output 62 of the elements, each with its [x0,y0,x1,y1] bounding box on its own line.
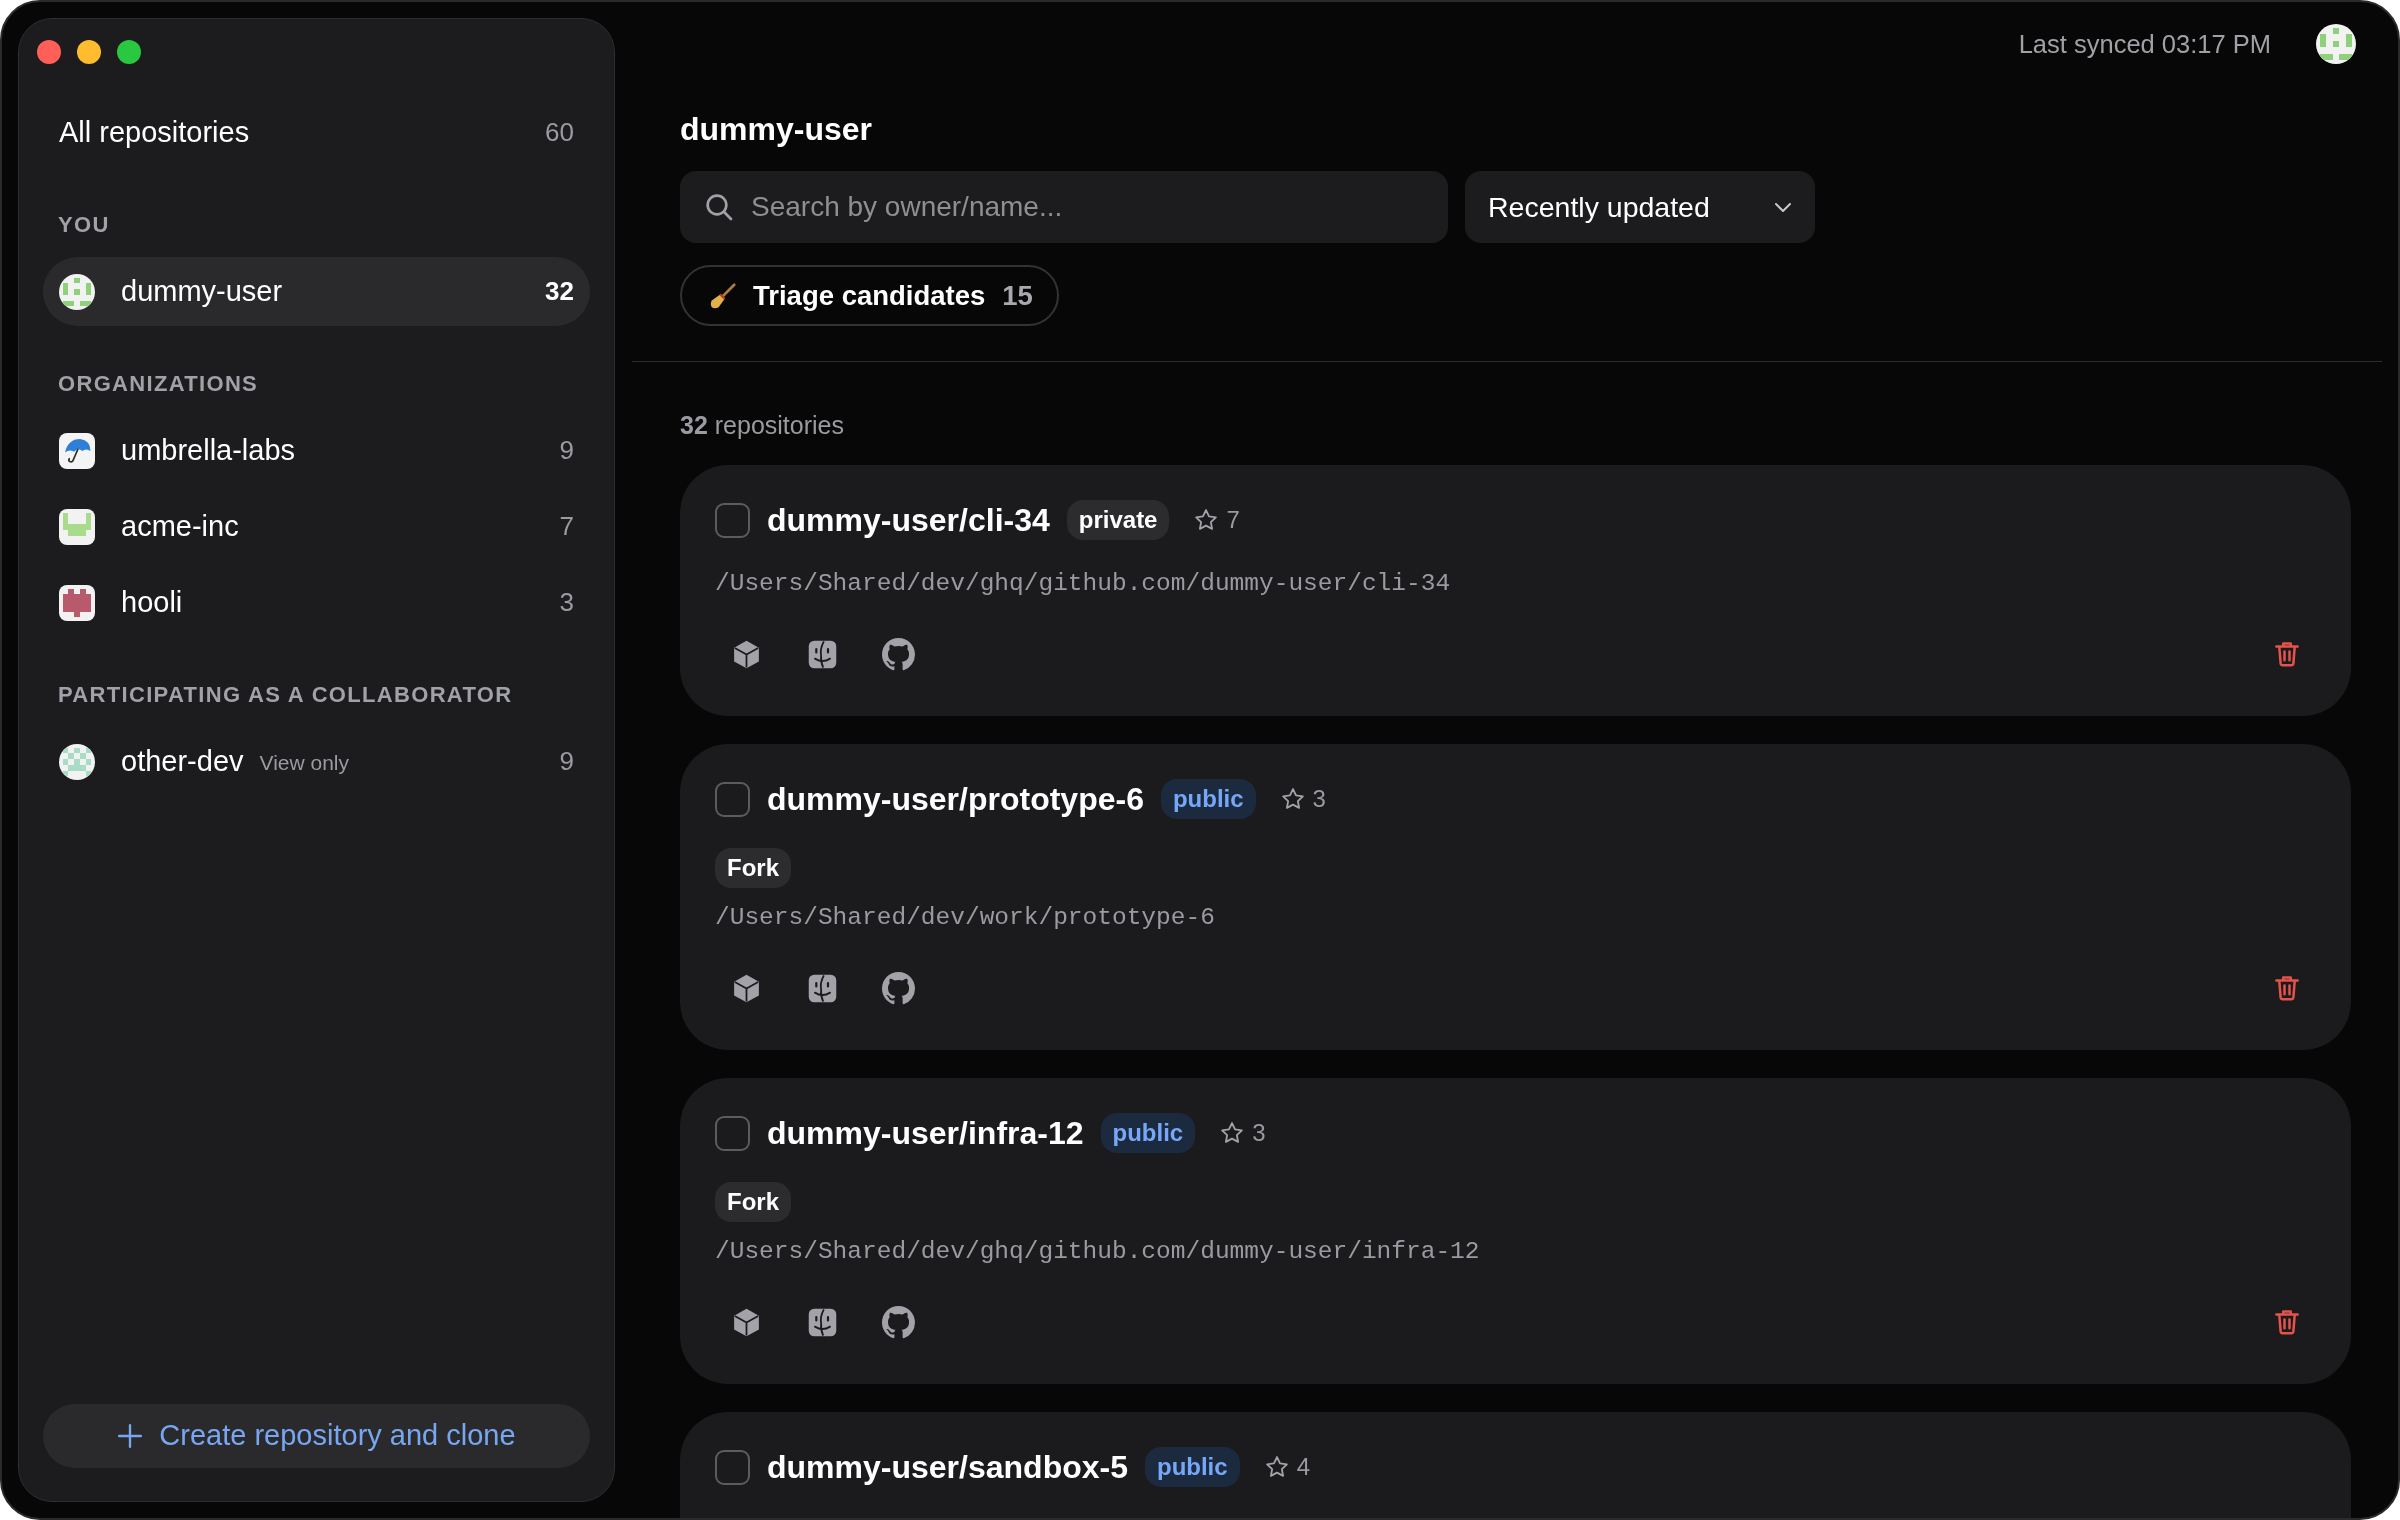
section-heading: YOU [57,211,111,239]
plus-icon [117,1423,144,1449]
sidebar-item[interactable]: umbrella-labs 9 [43,416,590,485]
fork-badge: Fork [715,1182,791,1222]
section-heading: ORGANIZATIONS [57,370,260,398]
item-count: 32 [545,275,574,308]
github-icon[interactable] [881,1305,915,1339]
select-checkbox[interactable] [715,502,750,538]
search-field[interactable]: Search by owner/name... [680,171,1448,243]
permission-label: View only [259,750,349,777]
select-checkbox[interactable] [715,1115,750,1151]
star-count: 3 [1252,1118,1266,1148]
filter-count: 15 [1002,278,1033,313]
sidebar-item[interactable]: other-dev View only 9 [43,727,590,796]
repo-path: /Users/Shared/dev/work/prototype-6 [715,903,1215,933]
item-count: 9 [559,434,574,467]
visibility-badge: public [1160,779,1256,819]
broom-icon [708,280,738,311]
repo-path: /Users/Shared/dev/ghq/github.com/dummy-user/infra-12 [715,1237,1480,1267]
item-count: 9 [559,745,574,778]
page-title: dummy-user [680,111,873,147]
repo-name: dummy-user/cli-34 [767,501,1050,540]
trash-icon[interactable] [2272,973,2302,1003]
item-count: 3 [559,586,574,619]
result-count: 32 repositories [680,410,844,440]
trash-icon[interactable] [2272,639,2302,669]
visibility-badge: public [1144,1447,1240,1487]
star-icon [1219,1120,1246,1146]
repo-name: dummy-user/prototype-6 [767,780,1144,819]
star-count: 3 [1312,784,1326,814]
star-icon [1279,786,1306,812]
repo-name: dummy-user/sandbox-5 [767,1448,1128,1487]
window-zoom-icon[interactable] [117,40,141,64]
window-minimize-icon[interactable] [77,40,101,64]
sidebar-item[interactable]: hooli 3 [43,568,590,637]
repo-path: /Users/Shared/dev/ghq/github.com/dummy-user/cli-34 [715,569,1451,599]
github-icon[interactable] [881,637,915,671]
create-repo-button[interactable]: Create repository and clone [43,1404,590,1468]
sidebar-item[interactable]: acme-inc 7 [43,492,590,561]
star-icon [1263,1454,1290,1480]
section-heading: PARTICIPATING AS A COLLABORATOR [57,681,514,709]
filter-chip[interactable]: Triage candidates 15 [680,265,1059,326]
sort-dropdown[interactable]: Recently updated [1465,171,1815,243]
select-checkbox[interactable] [715,1449,750,1485]
star-icon [1193,507,1220,533]
avatar-icon[interactable] [2316,24,2356,64]
fork-badge: Fork [715,848,791,888]
visibility-badge: public [1100,1113,1196,1153]
window-close-icon[interactable] [37,40,61,64]
search-icon [703,191,735,223]
star-count: 4 [1296,1452,1310,1482]
star-count: 7 [1226,505,1240,535]
sidebar-item[interactable]: All repositories 60 [43,98,590,167]
visibility-badge: private [1066,500,1170,540]
select-checkbox[interactable] [715,781,750,817]
item-count: 7 [559,510,574,543]
sidebar-item[interactable]: dummy-user 32 [43,257,590,326]
item-count: 60 [545,116,574,149]
sync-status: Last synced 03:17 PM [2018,28,2271,60]
github-icon[interactable] [881,971,915,1005]
repo-name: dummy-user/infra-12 [767,1114,1084,1153]
trash-icon[interactable] [2272,1307,2302,1337]
